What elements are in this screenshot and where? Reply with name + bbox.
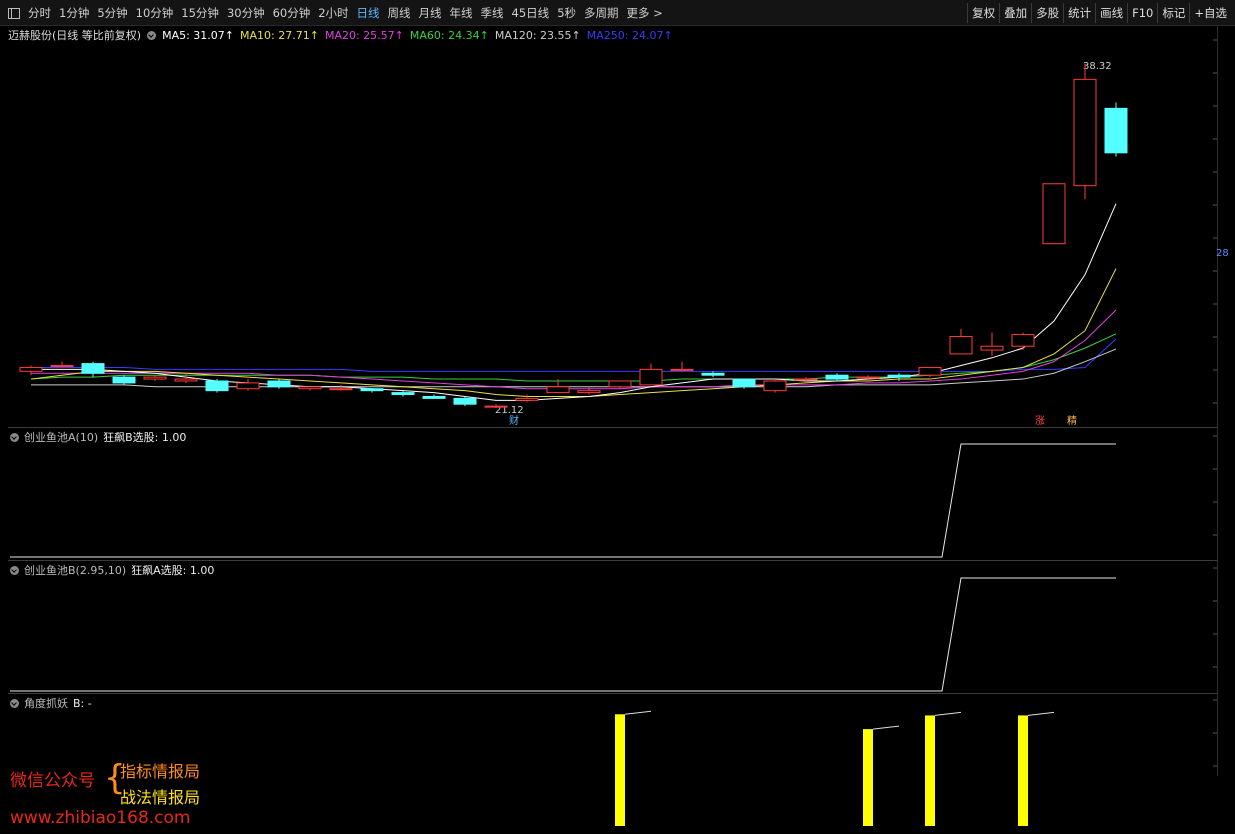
candle[interactable]: [856, 375, 880, 380]
candle[interactable]: [298, 386, 322, 391]
financial-report-tag[interactable]: 财: [509, 414, 519, 427]
candle[interactable]: [1104, 102, 1128, 157]
candle[interactable]: [670, 361, 694, 372]
candle-body: [112, 376, 136, 384]
candle[interactable]: [980, 332, 1004, 356]
candle[interactable]: [1042, 183, 1066, 245]
candle-body: [1073, 78, 1097, 187]
candle-body: [360, 388, 384, 392]
kline-chart[interactable]: 38.32 21.12 28 财 涨 精: [0, 0, 1235, 834]
candle[interactable]: [236, 379, 260, 391]
candle-body: [267, 380, 291, 388]
candle[interactable]: [50, 361, 74, 368]
candle-body: [81, 363, 105, 374]
candle[interactable]: [763, 379, 787, 393]
watermark-url: www.zhibiao168.com: [10, 808, 191, 828]
candle-body: [670, 368, 694, 371]
candle-body: [918, 366, 942, 376]
candle-body: [732, 378, 756, 388]
candle[interactable]: [267, 379, 291, 389]
candle[interactable]: [794, 377, 818, 381]
candle[interactable]: [577, 386, 601, 395]
candle[interactable]: [949, 328, 973, 355]
candle[interactable]: [701, 371, 725, 378]
featured-tag[interactable]: 精: [1067, 414, 1077, 427]
angle-signal-bar: [863, 729, 873, 826]
high-price-label: 38.32: [1083, 61, 1112, 72]
candle-body: [422, 395, 446, 399]
limit-up-tag[interactable]: 涨: [1035, 415, 1045, 427]
candle[interactable]: [143, 375, 167, 381]
candle-body: [515, 397, 539, 401]
candle-body: [484, 405, 508, 408]
candle-body: [50, 365, 74, 368]
angle-line: [934, 711, 962, 716]
candle[interactable]: [112, 375, 136, 385]
watermark-line2: 指标情报局: [120, 762, 201, 781]
signal-b-line: [10, 577, 1116, 692]
candle-body: [453, 397, 477, 405]
watermark-line3: 战法情报局: [120, 788, 201, 807]
signal-a-line: [10, 443, 1116, 558]
candle-body: [1011, 334, 1035, 347]
candle-body: [174, 378, 198, 382]
candle-body: [763, 380, 787, 392]
angle-signal-bar: [1018, 715, 1028, 826]
candle-body: [856, 376, 880, 379]
angle-signal-bar: [615, 714, 625, 826]
angle-line: [1027, 711, 1055, 716]
candle[interactable]: [1073, 63, 1097, 200]
candle-body: [298, 386, 322, 390]
candle[interactable]: [918, 366, 942, 378]
candle[interactable]: [81, 361, 105, 378]
candle-body: [577, 390, 601, 394]
candle-body: [329, 388, 353, 391]
candle[interactable]: [825, 373, 849, 381]
candle-body: [701, 372, 725, 376]
candle-body: [794, 378, 818, 381]
watermark-wechat: 微信公众号: [10, 771, 95, 791]
candle[interactable]: [453, 396, 477, 407]
ma-line-ma10: [30, 268, 1117, 397]
candle[interactable]: [608, 380, 632, 389]
candle-body: [19, 366, 43, 372]
candle[interactable]: [732, 378, 756, 389]
candle-body: [1042, 183, 1066, 245]
axis-price-mark: 28: [1216, 248, 1229, 259]
candle-body: [1104, 107, 1128, 154]
candle-body: [608, 380, 632, 388]
candle-body: [825, 374, 849, 380]
candle-body: [949, 336, 973, 355]
candle-body: [546, 386, 570, 394]
candle[interactable]: [1011, 332, 1035, 351]
angle-line: [872, 725, 900, 730]
candle-body: [143, 376, 167, 380]
angle-line: [624, 710, 652, 715]
candle-body: [980, 345, 1004, 351]
candle[interactable]: [360, 388, 384, 393]
angle-signal-bar: [925, 715, 935, 826]
candle-body: [236, 382, 260, 390]
candle[interactable]: [639, 363, 663, 386]
candle-body: [887, 374, 911, 378]
candle-body: [639, 368, 663, 386]
candle[interactable]: [422, 394, 446, 399]
candle-body: [205, 380, 229, 392]
candle-body: [391, 392, 415, 396]
candle[interactable]: [205, 379, 229, 393]
